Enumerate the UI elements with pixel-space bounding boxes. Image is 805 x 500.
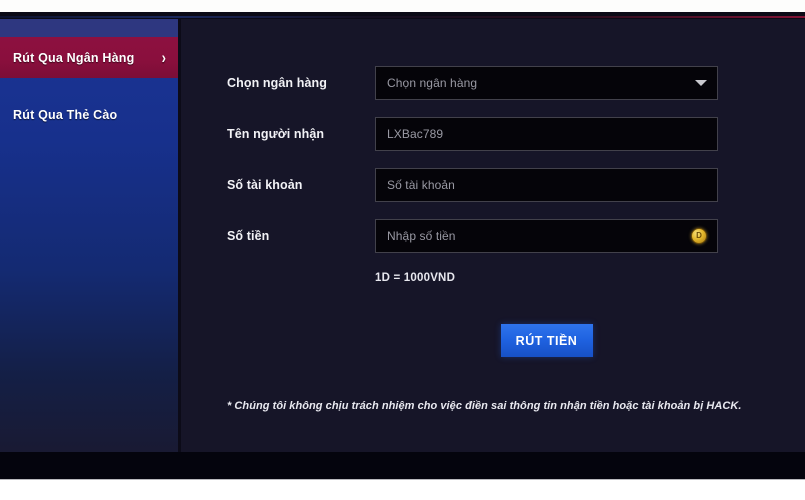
chevron-down-icon	[695, 80, 707, 86]
field-label-amount: Số tiền	[227, 229, 270, 243]
account-number-input[interactable]: Số tài khoản	[375, 168, 718, 202]
form-row-recipient: Tên người nhận LXBac789	[181, 117, 805, 151]
browser-bottom-strip	[0, 479, 805, 500]
form-row-account: Số tài khoản Số tài khoản	[181, 168, 805, 202]
bank-select-value: Chọn ngân hàng	[387, 76, 478, 90]
form-row-amount: Số tiền Nhập số tiền D	[181, 219, 805, 253]
app-screen: Rút Qua Ngân Hàng › Rút Qua Thẻ Cào Chọn…	[0, 0, 805, 500]
disclaimer-text: * Chúng tôi không chịu trách nhiệm cho v…	[227, 400, 742, 412]
recipient-name-placeholder: LXBac789	[387, 127, 444, 141]
exchange-rate-note: 1D = 1000VND	[375, 272, 456, 284]
recipient-name-input[interactable]: LXBac789	[375, 117, 718, 151]
field-label-recipient: Tên người nhận	[227, 127, 325, 141]
form-row-bank: Chọn ngân hàng Chọn ngân hàng	[181, 66, 805, 100]
sidebar: Rút Qua Ngân Hàng › Rút Qua Thẻ Cào	[0, 19, 178, 452]
withdraw-submit-button[interactable]: RÚT TIỀN	[500, 324, 593, 357]
page-bottom-dark-band	[0, 452, 805, 479]
bank-select[interactable]: Chọn ngân hàng	[375, 66, 718, 100]
amount-input[interactable]: Nhập số tiền D	[375, 219, 718, 253]
sidebar-item-label: Rút Qua Ngân Hàng	[13, 50, 135, 65]
sidebar-item-bank-withdraw[interactable]: Rút Qua Ngân Hàng ›	[0, 37, 178, 78]
amount-placeholder: Nhập số tiền	[387, 229, 456, 243]
top-accent-line	[0, 16, 805, 18]
account-number-placeholder: Số tài khoản	[387, 178, 455, 192]
field-label-account: Số tài khoản	[227, 178, 303, 192]
coin-icon-symbol: D	[696, 231, 702, 240]
app-body: Rút Qua Ngân Hàng › Rút Qua Thẻ Cào Chọn…	[0, 19, 805, 452]
coin-icon: D	[691, 228, 707, 244]
withdraw-form-panel: Chọn ngân hàng Chọn ngân hàng Tên người …	[181, 19, 805, 452]
chevron-right-icon: ›	[161, 48, 166, 67]
submit-button-wrap: RÚT TIỀN	[375, 324, 718, 357]
sidebar-top-band	[0, 19, 178, 37]
sidebar-item-label: Rút Qua Thẻ Cào	[13, 108, 118, 122]
sidebar-item-card-withdraw[interactable]: Rút Qua Thẻ Cào	[0, 95, 178, 135]
browser-top-strip	[0, 0, 805, 12]
field-label-bank: Chọn ngân hàng	[227, 76, 327, 90]
